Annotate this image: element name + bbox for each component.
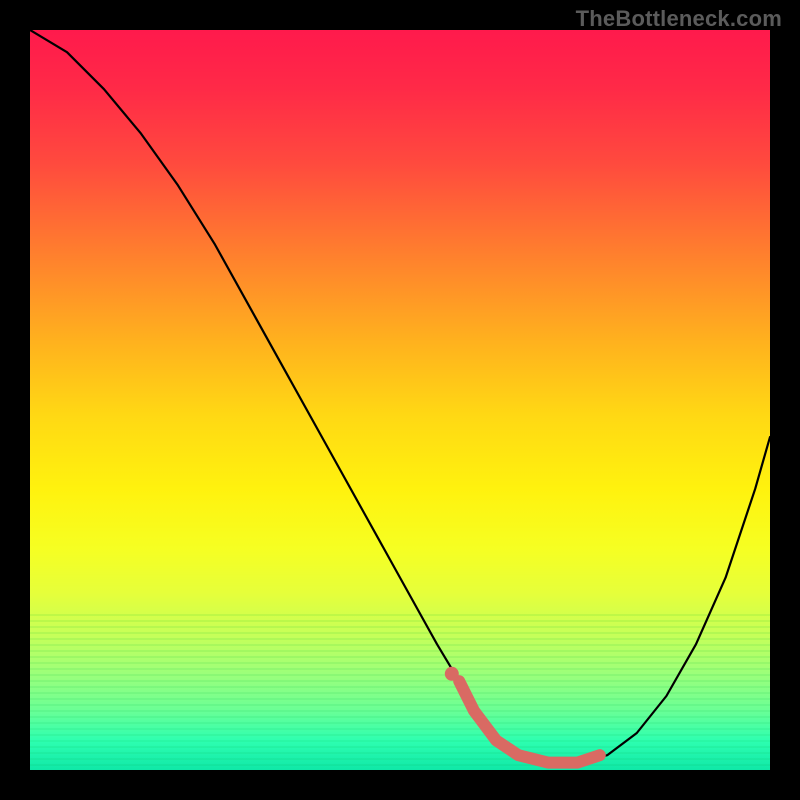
watermark-text: TheBottleneck.com <box>576 6 782 32</box>
bottleneck-curve-path <box>30 30 770 763</box>
curve-layer <box>30 30 770 770</box>
optimal-range-highlight <box>459 681 600 762</box>
plot-area <box>30 30 770 770</box>
chart-frame: TheBottleneck.com <box>0 0 800 800</box>
optimal-range-start-dot <box>445 667 459 681</box>
